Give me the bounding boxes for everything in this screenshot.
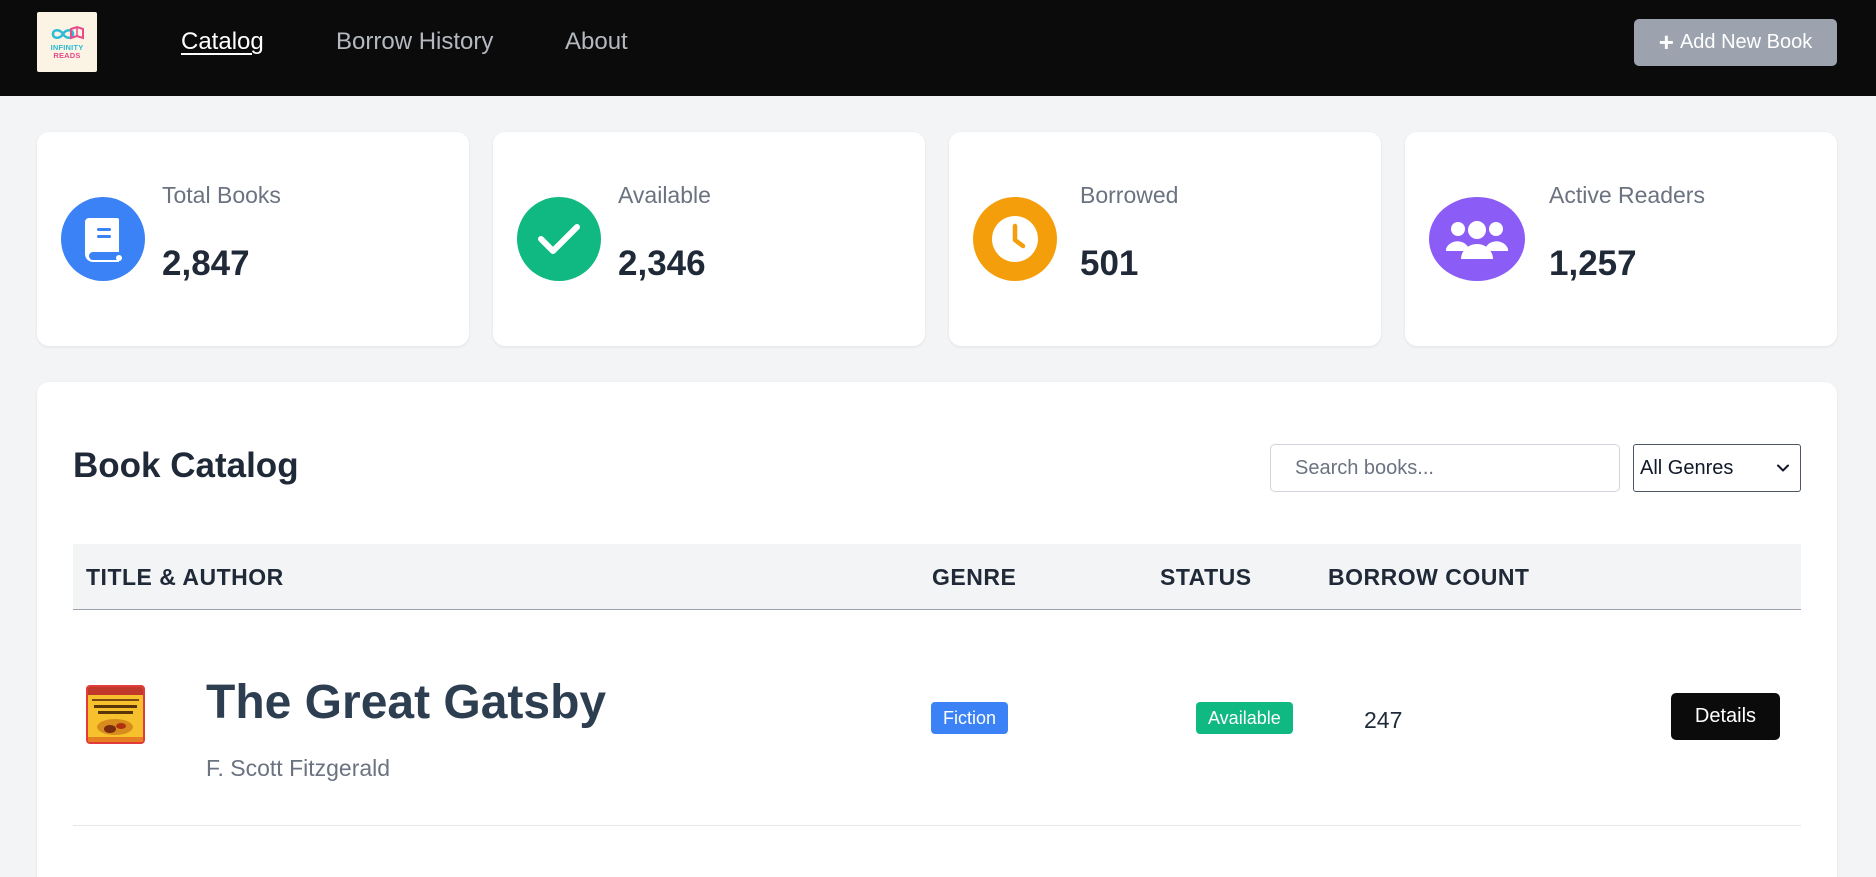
top-navbar: INFINITY READS Catalog Borrow History Ab… — [0, 0, 1876, 96]
book-author: F. Scott Fitzgerald — [206, 755, 391, 781]
borrow-count: 247 — [1364, 707, 1403, 733]
stat-value: 1,257 — [1549, 244, 1637, 283]
column-header-title-author[interactable]: TITLE & AUTHOR — [86, 564, 284, 591]
stat-label: Borrowed — [1080, 182, 1179, 208]
column-header-status[interactable]: STATUS — [1160, 564, 1252, 591]
table-header: TITLE & AUTHOR GENRE STATUS BORROW COUNT — [73, 544, 1801, 610]
chevron-down-icon — [1777, 464, 1789, 472]
genre-filter-select[interactable]: All Genres — [1633, 444, 1801, 492]
stat-card-available: Available 2,346 — [493, 132, 925, 346]
users-icon — [1429, 197, 1525, 281]
stat-value: 2,346 — [618, 244, 706, 283]
stat-value: 501 — [1080, 244, 1139, 283]
stat-value: 2,847 — [162, 244, 250, 283]
check-icon — [517, 197, 601, 281]
column-header-borrow-count[interactable]: BORROW COUNT — [1328, 564, 1529, 591]
stat-card-total-books: Total Books 2,847 — [37, 132, 469, 346]
genre-filter-value: All Genres — [1640, 456, 1734, 479]
plus-icon: + — [1658, 26, 1674, 57]
book-icon — [61, 197, 145, 281]
nav-link-borrow-history[interactable]: Borrow History — [336, 28, 493, 56]
clock-icon — [973, 197, 1057, 281]
stat-label: Total Books — [162, 182, 281, 208]
book-title[interactable]: The Great Gatsby — [206, 675, 606, 730]
nav-link-catalog[interactable]: Catalog — [181, 28, 264, 56]
catalog-title: Book Catalog — [73, 446, 299, 485]
add-new-book-button[interactable]: + Add New Book — [1634, 19, 1837, 66]
stat-card-active-readers: Active Readers 1,257 — [1405, 132, 1837, 346]
column-header-genre[interactable]: GENRE — [932, 564, 1016, 591]
stat-label: Active Readers — [1549, 182, 1705, 208]
infinity-reads-logo[interactable]: INFINITY READS — [37, 12, 97, 72]
status-badge: Available — [1196, 702, 1293, 734]
stat-label: Available — [618, 182, 711, 208]
book-cover-thumbnail — [86, 685, 145, 744]
nav-link-about[interactable]: About — [565, 28, 628, 56]
table-row: The Great Gatsby F. Scott Fitzgerald Fic… — [73, 610, 1801, 826]
stat-card-borrowed: Borrowed 501 — [949, 132, 1381, 346]
add-new-book-label: Add New Book — [1679, 31, 1813, 53]
infinity-book-icon — [51, 25, 84, 39]
book-catalog-panel: Book Catalog All Genres TITLE & AUTHOR G… — [37, 382, 1837, 877]
search-books-input[interactable] — [1270, 444, 1620, 492]
genre-badge: Fiction — [931, 702, 1009, 734]
logo-text-reads: READS — [53, 50, 81, 60]
details-button[interactable]: Details — [1671, 693, 1780, 740]
